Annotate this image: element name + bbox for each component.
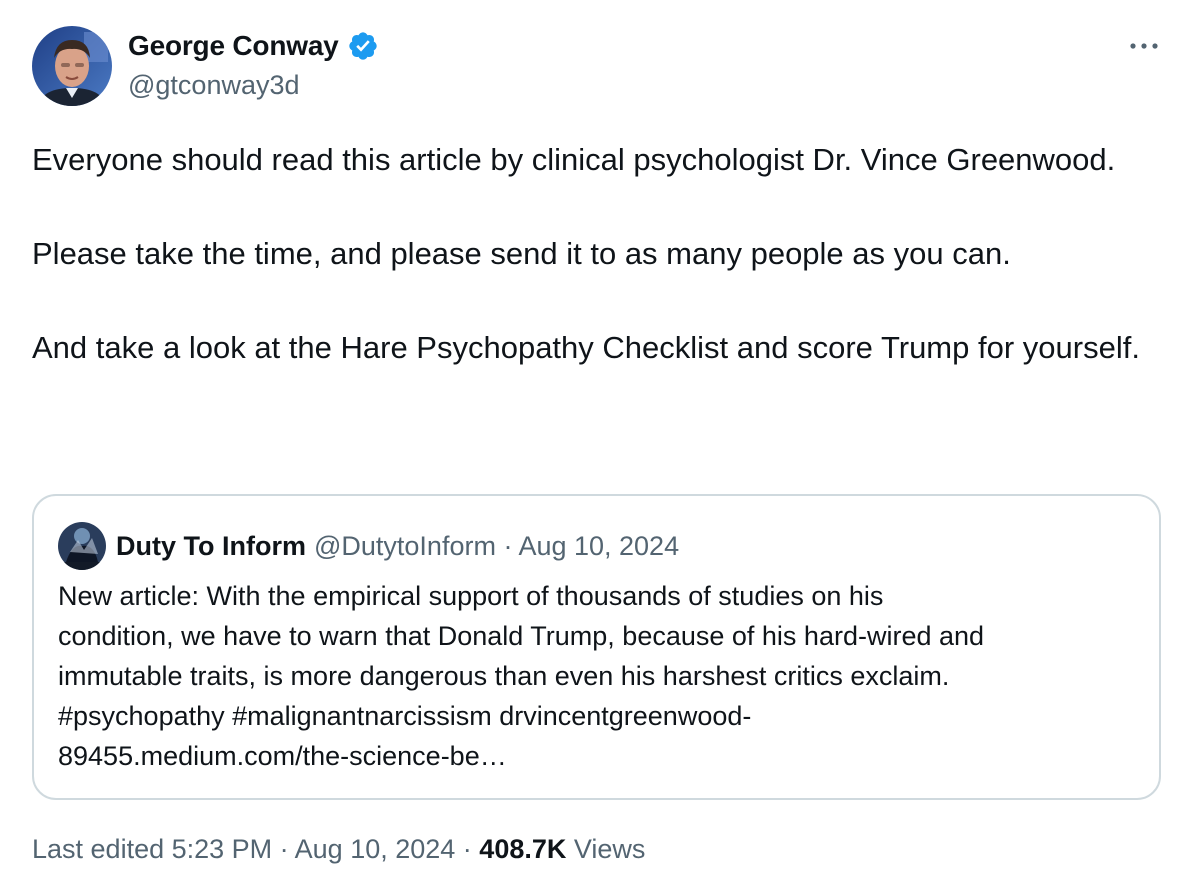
author-avatar-image [32, 26, 112, 106]
quoted-tweet-text: New article: With the empirical support … [58, 581, 985, 771]
quoted-tweet-card[interactable]: Duty To Inform @DutytoInform · Aug 10, 2… [32, 494, 1161, 800]
author-avatar[interactable] [32, 26, 112, 106]
quoted-author-meta: @DutytoInform · Aug 10, 2024 [313, 530, 680, 561]
views-label: Views [566, 834, 646, 864]
tweet-paragraph: Please take the time, and please send it… [32, 236, 1011, 271]
tweet-paragraph: Everyone should read this article by cli… [32, 142, 1116, 177]
quoted-avatar-image [58, 522, 106, 570]
verified-badge-icon [347, 30, 379, 62]
quoted-tweet-header: Duty To Inform @DutytoInform · Aug 10, 2… [58, 522, 679, 570]
author-handle[interactable]: @gtconway3d [128, 70, 300, 101]
author-name-row[interactable]: George Conway [128, 28, 379, 64]
tweet-text: Everyone should read this article by cli… [32, 136, 1158, 371]
quoted-author-name[interactable]: Duty To Inform [116, 531, 306, 562]
more-options-button[interactable] [1124, 30, 1164, 62]
edited-timestamp[interactable]: Last edited 5:23 PM · Aug 10, 2024 · [32, 834, 479, 864]
author-name[interactable]: George Conway [128, 30, 339, 62]
more-dots-icon [1130, 43, 1158, 49]
tweet-paragraph: And take a look at the Hare Psychopathy … [32, 330, 1140, 365]
tweet-footer: Last edited 5:23 PM · Aug 10, 2024 · 408… [32, 834, 645, 865]
views-count: 408.7K [479, 834, 567, 864]
quoted-author-avatar [58, 522, 106, 570]
